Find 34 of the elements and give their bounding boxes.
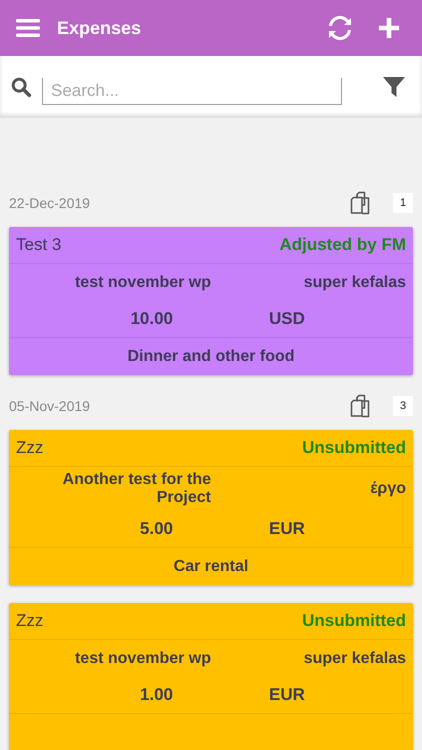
search-field[interactable]: Search...: [42, 78, 342, 105]
refresh-icon[interactable]: [328, 16, 352, 40]
project-name: Another test for the Project: [62, 471, 211, 507]
client-name: super kefalas: [302, 274, 406, 292]
client-name: έργο: [369, 480, 406, 498]
expense-card[interactable]: Zzz Unsubmitted Another test for the Project έργο 5.00 EUR Car rental: [9, 430, 413, 585]
project-name: test november wp: [74, 650, 211, 668]
date-label: 05-Nov-2019: [9, 398, 91, 414]
category-label: Dinner and other food: [127, 348, 295, 366]
project-name: test november wp: [74, 274, 211, 292]
count-badge: 3: [393, 396, 413, 416]
amount-value: 10.00: [129, 309, 173, 329]
category-label: Car rental: [174, 558, 248, 576]
expense-card[interactable]: Zzz Unsubmitted test november wp super kefalas 1.00 EUR: [9, 603, 413, 750]
filter-icon[interactable]: [382, 74, 406, 98]
menu-icon[interactable]: [16, 18, 40, 38]
screen-title: Expenses: [57, 18, 142, 38]
expense-name: Zzz: [16, 611, 44, 631]
currency-code: USD: [269, 309, 305, 329]
status-label: Unsubmitted: [302, 611, 406, 631]
amount-value: 1.00: [138, 685, 173, 705]
status-label: Adjusted by FM: [279, 235, 406, 255]
amount-value: 5.00: [138, 519, 173, 539]
expense-card[interactable]: Test 3 Adjusted by FM test november wp super kefalas 10.00 USD Dinner and other food: [9, 227, 413, 375]
expense-name: Zzz: [16, 438, 44, 458]
currency-code: EUR: [269, 685, 305, 705]
status-label: Unsubmitted: [302, 438, 406, 458]
search-icon[interactable]: [10, 76, 32, 98]
add-icon[interactable]: [378, 17, 400, 39]
currency-code: EUR: [269, 519, 305, 539]
date-label: 22-Dec-2019: [9, 195, 91, 211]
client-name: super kefalas: [302, 650, 406, 668]
count-badge: 1: [393, 193, 413, 213]
expense-name: Test 3: [16, 235, 62, 255]
